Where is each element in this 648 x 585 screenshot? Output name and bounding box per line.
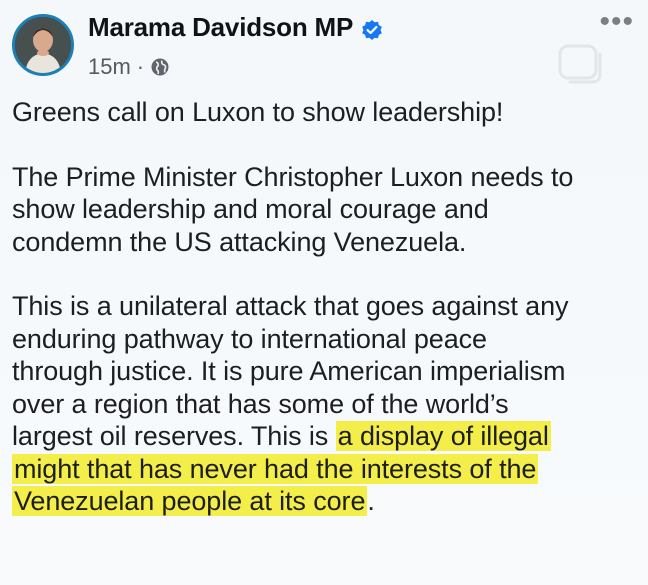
author-name[interactable]: Marama Davidson MP (88, 12, 353, 43)
avatar[interactable] (12, 14, 74, 76)
highlighted-text: might that has never had the interests o… (12, 453, 539, 484)
text-line: through justice. It is pure American imp… (12, 356, 566, 386)
post-meta: 15m · (88, 54, 170, 80)
avatar-portrait-icon (15, 17, 71, 73)
more-options-icon[interactable]: ••• (599, 7, 634, 37)
post-paragraph-2: The Prime Minister Christopher Luxon nee… (12, 161, 632, 259)
highlighted-text: a display of illegal (335, 421, 551, 451)
text-line: The Prime Minister Christopher Luxon nee… (12, 161, 574, 192)
author-row: Marama Davidson MP (88, 12, 383, 43)
post-body: Greens call on Luxon to show leadership!… (12, 96, 632, 518)
post-paragraph-3: This is a unilateral attack that goes ag… (12, 290, 632, 518)
meta-separator: · (136, 54, 145, 79)
verified-badge-icon (361, 17, 383, 40)
text-line: enduring pathway to international peace (12, 323, 487, 354)
text-line: . (367, 486, 375, 516)
text-line: show leadership and moral courage and (12, 194, 489, 224)
post-headline: Greens call on Luxon to show leadership! (12, 97, 504, 127)
post-timestamp[interactable]: 15m (88, 54, 131, 80)
copy-overlay-icon (554, 40, 608, 86)
globe-icon (150, 57, 170, 77)
text-line: largest oil reserves. This is (12, 421, 336, 451)
text-line: over a region that has some of the world… (12, 388, 509, 419)
facebook-post: Marama Davidson MP 15m · ••• Greens call… (0, 0, 648, 585)
highlighted-text: Venezuelan people at its core (12, 486, 368, 516)
text-line: condemn the US attacking Venezuela. (12, 226, 467, 257)
text-line: This is a unilateral attack that goes ag… (12, 291, 569, 321)
